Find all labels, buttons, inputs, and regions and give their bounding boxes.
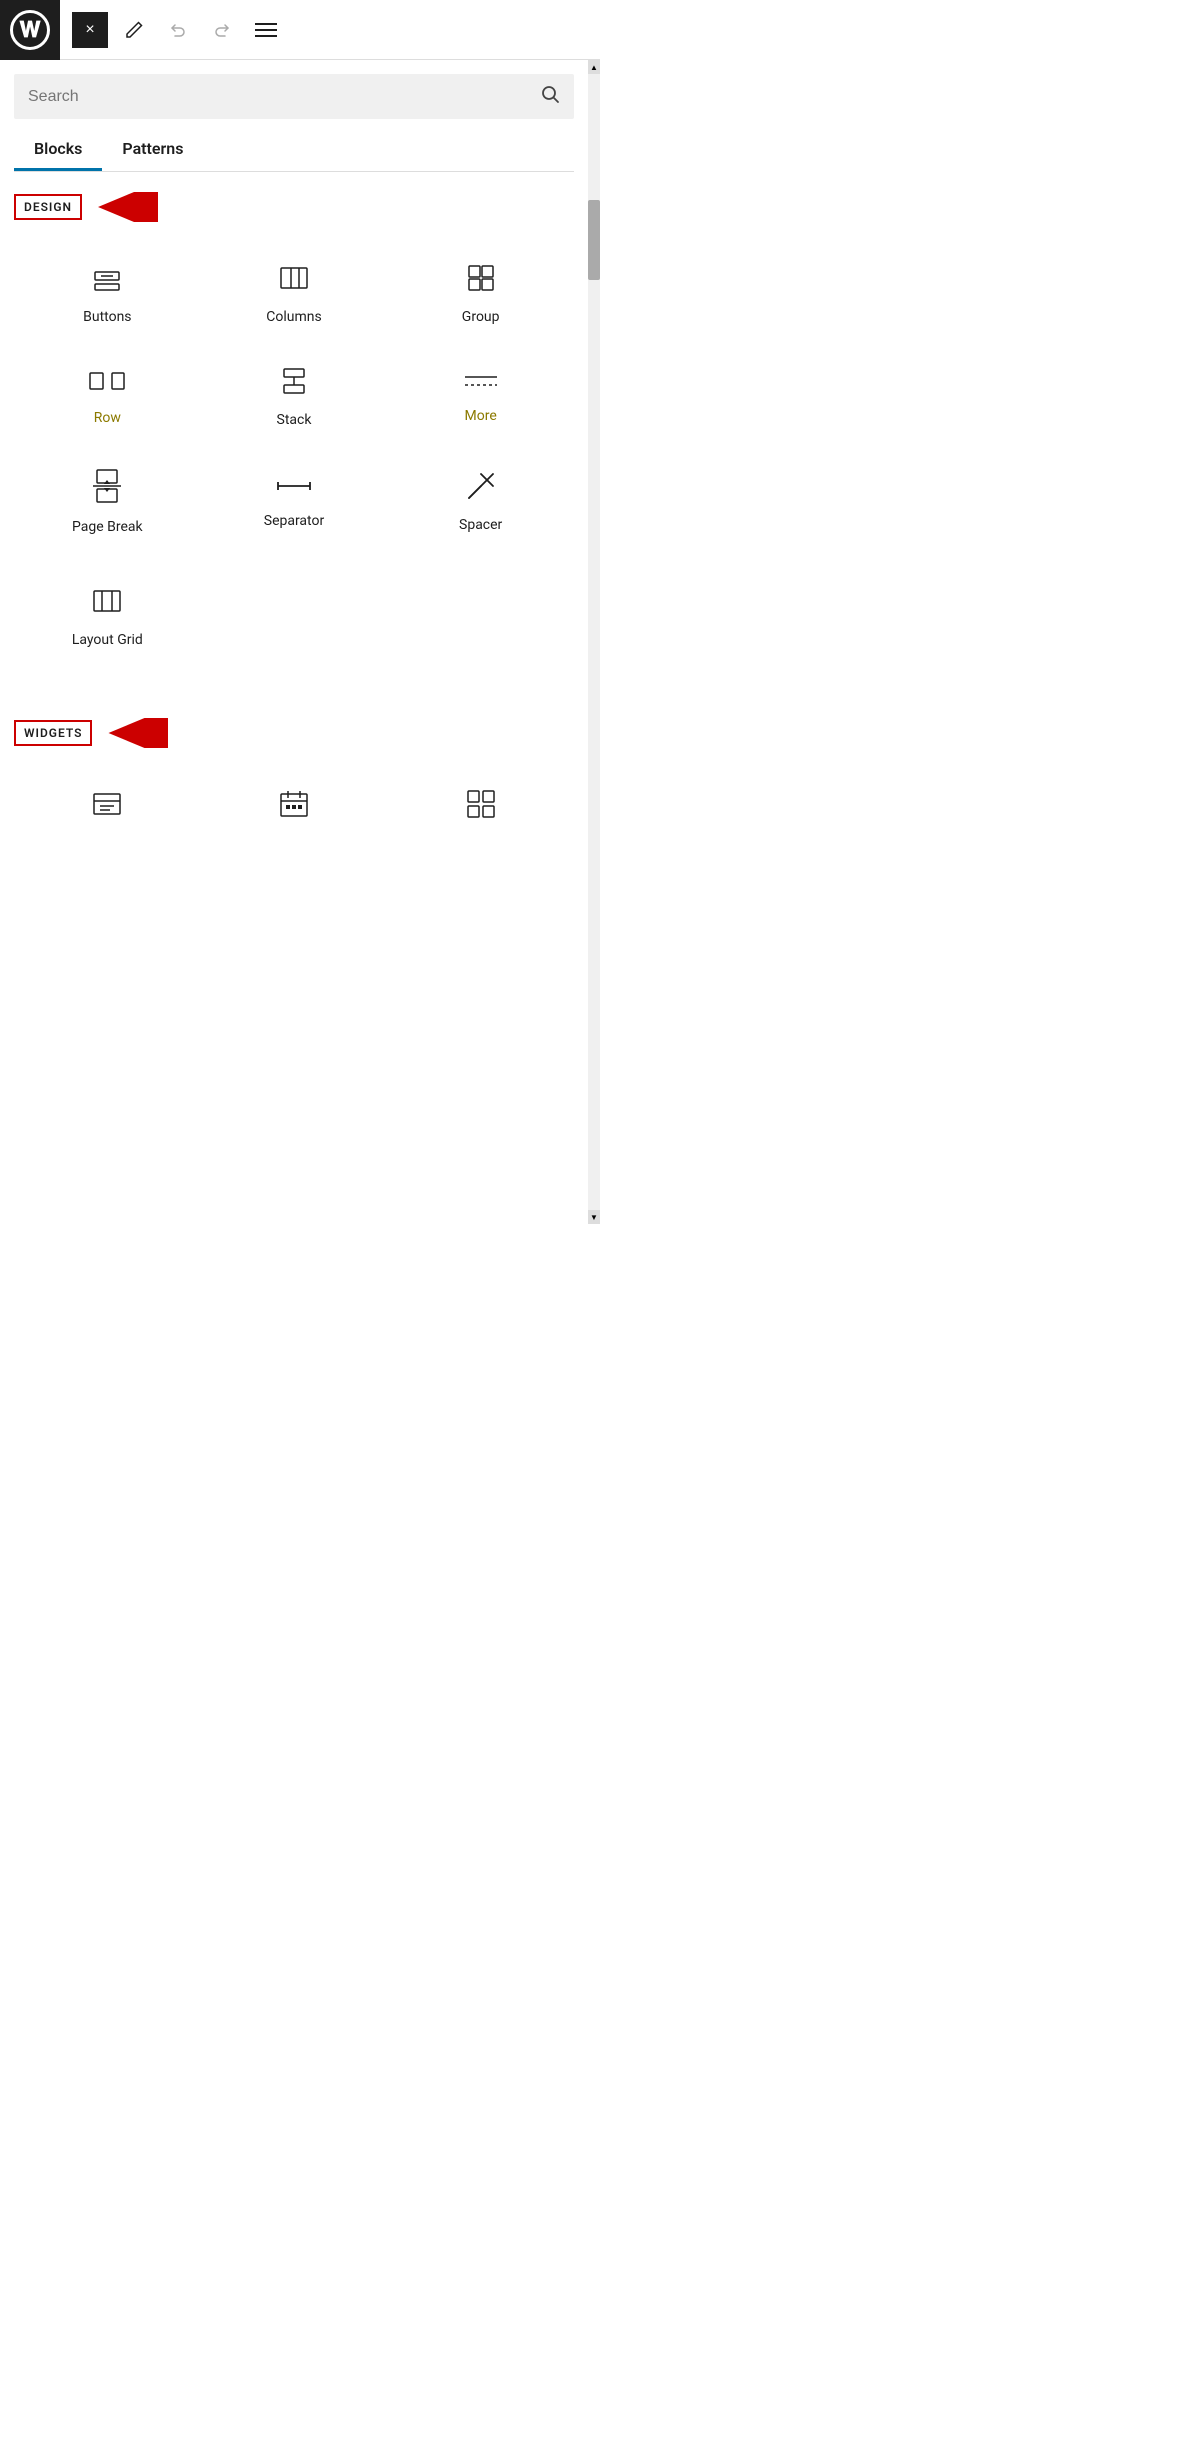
layout-grid-row: Layout Grid	[0, 565, 588, 668]
page-break-label: Page Break	[72, 519, 143, 535]
design-section-header: DESIGN	[14, 192, 574, 222]
stack-label: Stack	[277, 412, 312, 428]
icon-grid-icon	[465, 788, 497, 825]
edit-icon[interactable]	[116, 12, 152, 48]
panel-content: Blocks Patterns DESIGN B	[0, 60, 588, 1224]
search-input[interactable]	[28, 88, 532, 106]
toolbar: 𝐖 ×	[0, 0, 600, 60]
separator-label: Separator	[264, 513, 324, 529]
block-archive[interactable]	[14, 768, 201, 845]
separator-icon	[276, 474, 312, 503]
block-row[interactable]: Row	[14, 345, 201, 448]
block-columns[interactable]: Columns	[201, 242, 388, 345]
block-layout-grid[interactable]: Layout Grid	[14, 565, 201, 668]
block-icon-grid[interactable]	[387, 768, 574, 845]
close-button[interactable]: ×	[72, 12, 108, 48]
group-label: Group	[462, 309, 500, 325]
tab-blocks[interactable]: Blocks	[14, 129, 102, 171]
search-bar	[14, 74, 574, 119]
spacer-icon	[465, 470, 497, 507]
block-page-break[interactable]: Page Break	[14, 448, 201, 555]
redo-icon[interactable]	[204, 12, 240, 48]
widgets-label: WIDGETS	[14, 720, 92, 746]
stack-icon	[278, 365, 310, 402]
search-icon[interactable]	[540, 84, 560, 109]
menu-icon[interactable]	[248, 12, 284, 48]
scrollbar-thumb[interactable]	[588, 200, 600, 280]
spacer-label: Spacer	[459, 517, 502, 533]
scrollbar-track[interactable]: ▲ ▼	[588, 60, 600, 1224]
block-stack[interactable]: Stack	[201, 345, 388, 448]
wp-logo[interactable]: 𝐖	[0, 0, 60, 60]
panel-wrapper: Blocks Patterns DESIGN B	[0, 60, 600, 1224]
design-arrow	[98, 192, 158, 222]
widgets-arrow	[108, 718, 168, 748]
scrollbar-arrow-down[interactable]: ▼	[588, 1210, 600, 1224]
wordpress-icon: 𝐖	[10, 10, 50, 50]
group-icon	[465, 262, 497, 299]
block-spacer[interactable]: Spacer	[387, 448, 574, 555]
block-separator[interactable]: Separator	[201, 448, 388, 555]
design-label: DESIGN	[14, 194, 82, 220]
layout-grid-label: Layout Grid	[72, 632, 143, 648]
design-blocks-grid: Buttons Columns	[0, 232, 588, 565]
widgets-section-header: WIDGETS	[14, 718, 574, 748]
buttons-icon	[91, 262, 123, 299]
tab-patterns[interactable]: Patterns	[102, 129, 203, 171]
block-calendar[interactable]	[201, 768, 388, 845]
widgets-blocks-grid	[0, 758, 588, 855]
scrollbar-arrow-up[interactable]: ▲	[588, 60, 600, 74]
undo-icon[interactable]	[160, 12, 196, 48]
block-buttons[interactable]: Buttons	[14, 242, 201, 345]
buttons-label: Buttons	[83, 309, 131, 325]
more-label: More	[465, 408, 497, 424]
columns-label: Columns	[266, 309, 321, 325]
archive-icon	[91, 788, 123, 825]
columns-icon	[278, 262, 310, 299]
block-group[interactable]: Group	[387, 242, 574, 345]
more-icon	[463, 369, 499, 398]
row-label: Row	[94, 410, 121, 426]
calendar-icon	[278, 788, 310, 825]
layout-grid-icon	[91, 585, 123, 622]
tabs: Blocks Patterns	[14, 129, 574, 172]
block-more[interactable]: More	[387, 345, 574, 448]
row-icon	[89, 367, 125, 400]
page-break-icon	[91, 468, 123, 509]
